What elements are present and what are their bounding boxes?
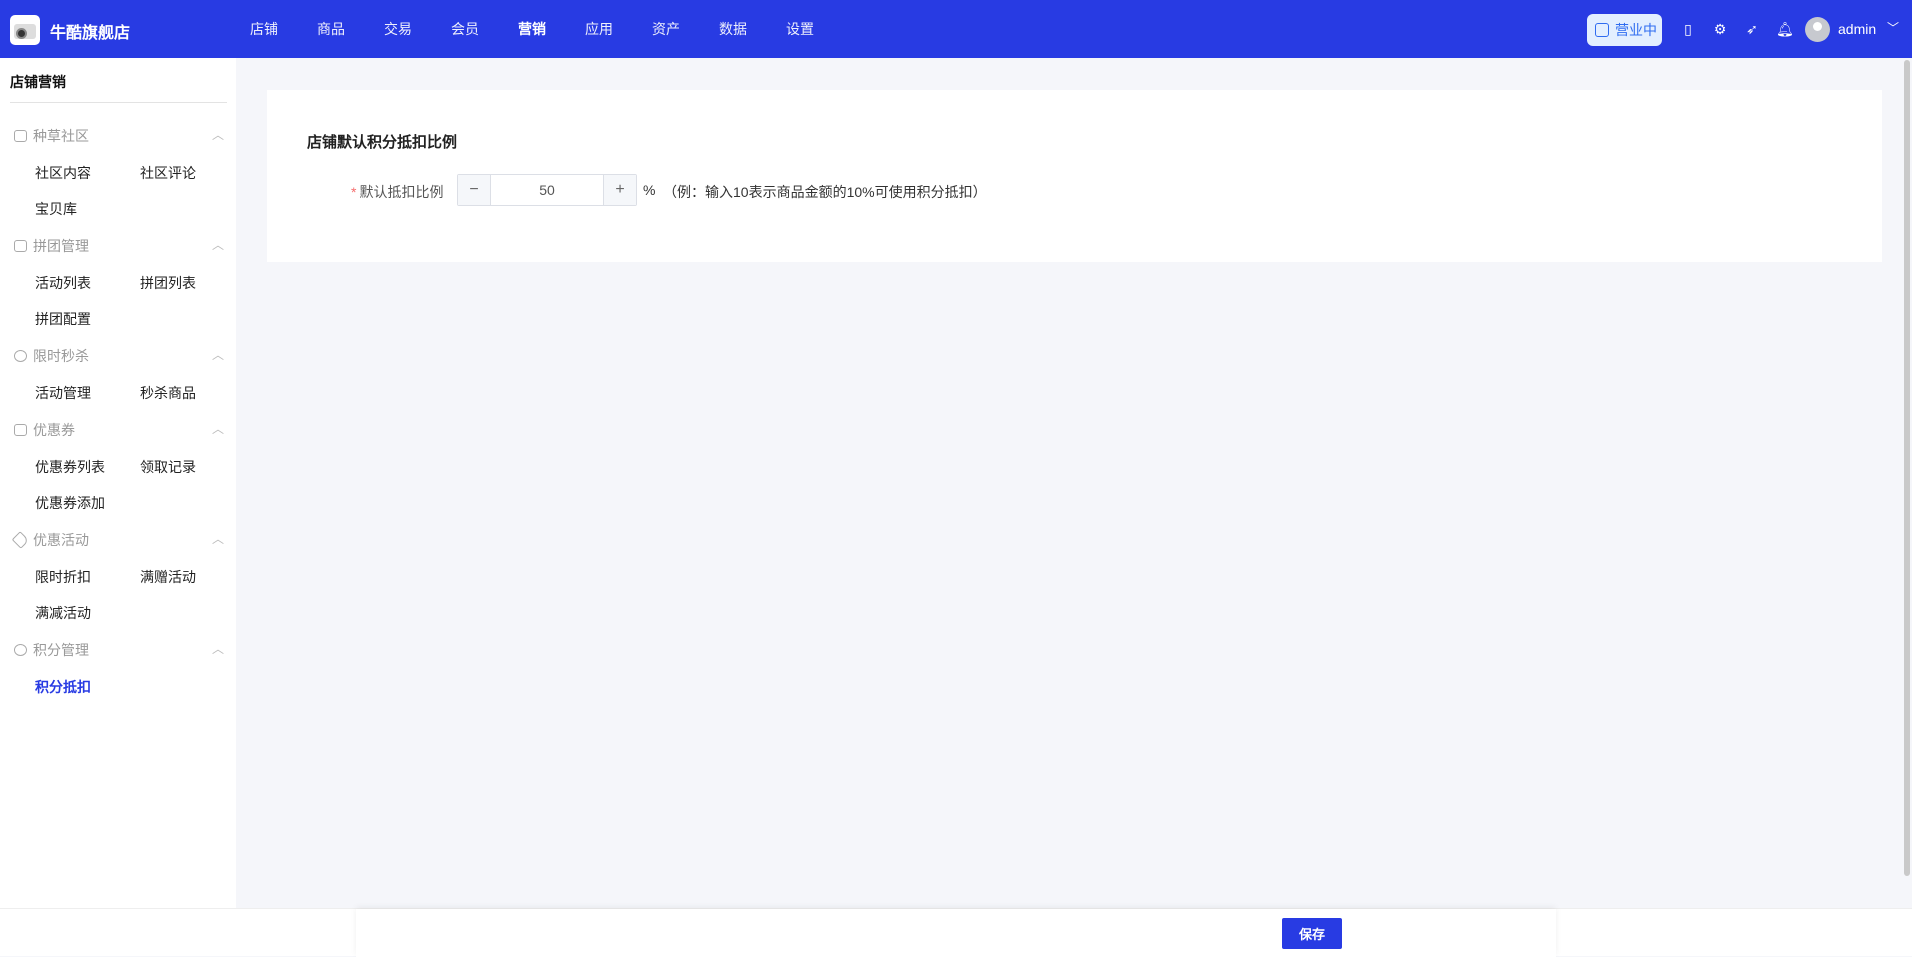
bag-icon [14, 240, 27, 252]
group-groupbuy[interactable]: 拼团管理 ︿ [14, 236, 224, 256]
sidebar-item[interactable]: 活动管理 [35, 383, 91, 403]
sidebar-item[interactable]: 限时折扣 [35, 567, 91, 587]
ratio-stepper: − 50 + [457, 174, 637, 206]
gear-icon[interactable]: ⚙ [1712, 21, 1728, 37]
nav-trade[interactable]: 交易 [384, 0, 412, 58]
username[interactable]: admin [1838, 21, 1876, 37]
chevron-up-icon[interactable]: ︿ [212, 420, 224, 437]
sidebar-title: 店铺营销 [10, 74, 66, 90]
save-button[interactable]: 保存 [1282, 918, 1342, 949]
group-promotion[interactable]: 优惠活动 ︿ [11, 530, 224, 550]
top-nav: 店铺 商品 交易 会员 营销 应用 资产 数据 设置 [250, 0, 853, 58]
section-title: 店铺默认积分抵扣比例 [307, 134, 458, 151]
decrement-button[interactable]: − [458, 175, 490, 205]
field-label: * 默认抵扣比例 [351, 182, 443, 202]
group-coupon[interactable]: 优惠券 ︿ [14, 420, 224, 440]
rocket-icon[interactable]: ➶ [1744, 21, 1760, 37]
nav-goods[interactable]: 商品 [317, 0, 345, 58]
mobile-icon[interactable]: ▯ [1680, 21, 1696, 37]
sidebar-item[interactable]: 领取记录 [140, 457, 196, 477]
store-status-button[interactable]: 营业中 [1587, 14, 1662, 46]
ratio-input[interactable]: 50 [490, 175, 604, 205]
field-label-text: 默认抵扣比例 [359, 184, 444, 200]
sidebar-item[interactable]: 拼团列表 [140, 273, 196, 293]
sidebar-item[interactable]: 拼团配置 [35, 309, 91, 329]
unit-label: % [643, 182, 656, 198]
sidebar-item[interactable]: 社区评论 [140, 163, 196, 183]
nav-apps[interactable]: 应用 [585, 0, 613, 58]
sidebar-item[interactable]: 社区内容 [35, 163, 91, 183]
chevron-up-icon[interactable]: ︿ [212, 236, 224, 253]
sidebar-item[interactable]: 满赠活动 [140, 567, 196, 587]
nav-member[interactable]: 会员 [451, 0, 479, 58]
tag-icon [11, 531, 30, 549]
chevron-down-icon[interactable]: ﹀ [1887, 19, 1899, 36]
nav-settings[interactable]: 设置 [786, 0, 814, 58]
chevron-up-icon[interactable]: ︿ [212, 640, 224, 657]
chevron-up-icon[interactable]: ︿ [212, 346, 224, 363]
group-label: 优惠券 [33, 422, 75, 438]
nav-assets[interactable]: 资产 [652, 0, 680, 58]
group-label: 优惠活动 [33, 532, 89, 548]
chevron-up-icon[interactable]: ︿ [212, 126, 224, 143]
group-flashsale[interactable]: 限时秒杀 ︿ [14, 346, 224, 366]
sidebar-item[interactable]: 满减活动 [35, 603, 91, 623]
sidebar-item[interactable]: 秒杀商品 [140, 383, 196, 403]
community-icon [14, 130, 27, 142]
shop-logo [10, 15, 40, 45]
hint-text: （例：输入10表示商品金额的10%可使用积分抵扣） [663, 184, 987, 200]
top-header: 牛酷旗舰店 店铺 商品 交易 会员 营销 应用 资产 数据 设置 营业中 ▯ ⚙… [0, 0, 1912, 58]
sidebar-item[interactable]: 优惠券添加 [35, 493, 105, 513]
coupon-icon [14, 424, 27, 436]
nav-store[interactable]: 店铺 [250, 0, 278, 58]
scrollbar[interactable] [1904, 60, 1910, 876]
sidebar-item[interactable]: 宝贝库 [35, 199, 77, 219]
sidebar-item-active[interactable]: 积分抵扣 [35, 677, 91, 697]
group-label: 拼团管理 [33, 238, 89, 254]
store-status-label: 营业中 [1615, 22, 1657, 38]
increment-button[interactable]: + [604, 175, 636, 205]
avatar[interactable] [1805, 17, 1830, 42]
footer-bar: 保存 [0, 908, 1912, 957]
chevron-up-icon[interactable]: ︿ [212, 530, 224, 547]
footer-panel: 保存 [356, 909, 1556, 957]
divider [10, 102, 227, 103]
settings-card: 店铺默认积分抵扣比例 * 默认抵扣比例 − 50 + % （例：输入10表示商品金… [267, 90, 1882, 262]
sidebar: 店铺营销 种草社区 ︿ 社区内容 社区评论 宝贝库 拼团管理 ︿ 活动列表 拼团列表… [0, 58, 236, 908]
group-label: 种草社区 [33, 128, 89, 144]
nav-data[interactable]: 数据 [719, 0, 747, 58]
group-label: 积分管理 [33, 642, 89, 658]
sidebar-item[interactable]: 活动列表 [35, 273, 91, 293]
sidebar-item[interactable]: 优惠券列表 [35, 457, 105, 477]
group-community[interactable]: 种草社区 ︿ [14, 126, 224, 146]
badge-check-icon [14, 644, 27, 656]
shop-name: 牛酷旗舰店 [50, 25, 131, 42]
bell-icon[interactable]: 🔔︎ [1776, 21, 1794, 37]
alarm-clock-icon [14, 350, 27, 362]
store-icon [1595, 23, 1609, 37]
required-mark: * [351, 184, 357, 200]
group-points[interactable]: 积分管理 ︿ [14, 640, 224, 660]
nav-marketing[interactable]: 营销 [518, 0, 546, 58]
group-label: 限时秒杀 [33, 348, 89, 364]
